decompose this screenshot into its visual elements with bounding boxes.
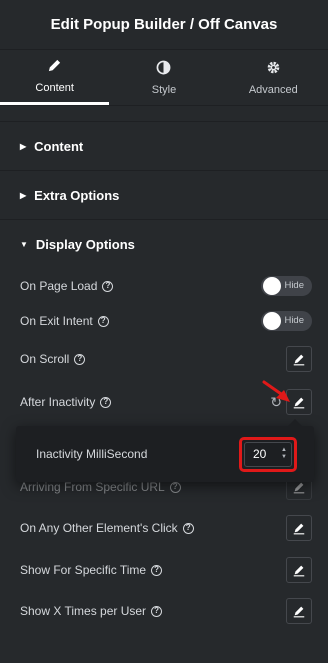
toggle-knob bbox=[263, 312, 281, 330]
row-label: After Inactivity bbox=[20, 395, 96, 409]
times-user-edit-button[interactable] bbox=[286, 598, 312, 624]
row-label: On Any Other Element's Click bbox=[20, 521, 178, 535]
help-icon[interactable]: ? bbox=[182, 522, 194, 534]
section-extra-label: Extra Options bbox=[34, 187, 120, 203]
pencil-icon bbox=[293, 606, 305, 618]
help-icon[interactable]: ? bbox=[151, 605, 163, 617]
row-label: On Scroll bbox=[20, 352, 70, 366]
row-element-click: On Any Other Element's Click? bbox=[20, 515, 312, 541]
inactivity-popover: Inactivity MilliSecond 20 ▲ ▼ bbox=[16, 419, 314, 482]
tab-content[interactable]: Content bbox=[0, 50, 110, 105]
toggle-text: Hide bbox=[284, 315, 304, 326]
click-edit-button[interactable] bbox=[286, 515, 312, 541]
tab-advanced-label: Advanced bbox=[248, 83, 298, 96]
pencil-icon bbox=[293, 354, 305, 366]
caret-down-icon: ▼ bbox=[20, 240, 28, 249]
row-label: Show X Times per User bbox=[20, 604, 147, 618]
gear-icon bbox=[267, 61, 280, 73]
help-icon[interactable]: ? bbox=[102, 280, 114, 292]
row-on-page-load: On Page Load? Hide bbox=[20, 273, 312, 299]
scroll-edit-button[interactable] bbox=[286, 346, 312, 372]
help-icon[interactable]: ? bbox=[74, 353, 86, 365]
spacer bbox=[0, 106, 328, 122]
number-value: 20 bbox=[253, 447, 267, 461]
row-label: On Page Load bbox=[20, 279, 98, 293]
row-times-per-user: Show X Times per User? bbox=[20, 598, 312, 624]
section-content[interactable]: ▶ Content bbox=[0, 122, 328, 171]
help-icon[interactable]: ? bbox=[100, 396, 112, 408]
tab-content-label: Content bbox=[35, 82, 74, 94]
tab-advanced[interactable]: Advanced bbox=[219, 50, 328, 105]
row-label: Arriving From Specific URL bbox=[20, 480, 165, 494]
section-extra-options[interactable]: ▶ Extra Options bbox=[0, 171, 328, 220]
pencil-icon bbox=[293, 397, 305, 409]
row-on-exit-intent: On Exit Intent? Hide bbox=[20, 308, 312, 334]
pencil-icon bbox=[49, 59, 61, 72]
caret-right-icon: ▶ bbox=[20, 190, 27, 200]
tab-style[interactable]: Style bbox=[109, 50, 218, 105]
section-display-label: Display Options bbox=[35, 237, 135, 252]
page-load-toggle[interactable]: Hide bbox=[261, 276, 312, 296]
row-label: Show For Specific Time bbox=[20, 563, 147, 577]
exit-intent-toggle[interactable]: Hide bbox=[261, 311, 312, 331]
toggle-knob bbox=[263, 277, 281, 295]
toggle-text: Hide bbox=[284, 280, 304, 291]
tab-bar: Content Style Advanced bbox=[0, 50, 328, 106]
pencil-icon bbox=[293, 565, 305, 577]
row-label: On Exit Intent bbox=[20, 314, 93, 328]
contrast-icon bbox=[157, 60, 171, 74]
spinner-icon[interactable]: ▲ ▼ bbox=[281, 447, 287, 461]
popover-label: Inactivity MilliSecond bbox=[36, 447, 148, 461]
pencil-icon bbox=[293, 482, 305, 494]
section-display-options[interactable]: ▼ Display Options bbox=[0, 220, 328, 269]
highlight-box: 20 ▲ ▼ bbox=[239, 436, 297, 472]
help-icon[interactable]: ? bbox=[151, 564, 163, 576]
help-icon[interactable]: ? bbox=[97, 315, 109, 327]
help-icon[interactable]: ? bbox=[169, 481, 181, 493]
caret-right-icon: ▶ bbox=[20, 141, 27, 151]
row-specific-time: Show For Specific Time? bbox=[20, 557, 312, 583]
tab-style-label: Style bbox=[151, 83, 177, 96]
annotation-arrow-icon bbox=[262, 380, 290, 402]
panel-title: Edit Popup Builder / Off Canvas bbox=[50, 16, 278, 33]
row-on-scroll: On Scroll? bbox=[20, 346, 312, 372]
panel-header: Edit Popup Builder / Off Canvas bbox=[0, 0, 328, 50]
inactivity-number-input[interactable]: 20 ▲ ▼ bbox=[244, 441, 292, 467]
section-content-label: Content bbox=[34, 138, 84, 154]
pencil-icon bbox=[293, 523, 305, 535]
time-edit-button[interactable] bbox=[286, 557, 312, 583]
